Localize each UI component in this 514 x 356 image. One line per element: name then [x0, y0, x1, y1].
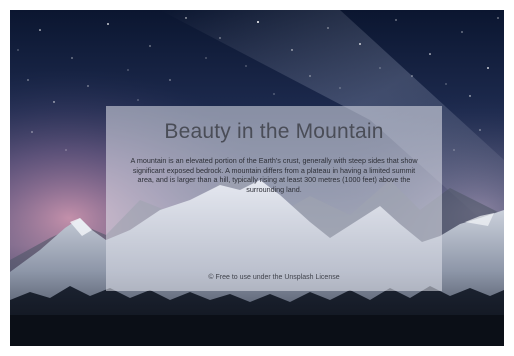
description-text: A mountain is an elevated portion of the…: [130, 156, 418, 194]
license-credit: © Free to use under the Unsplash License: [208, 274, 340, 281]
page-title: Beauty in the Mountain: [164, 120, 384, 143]
hero-background-image: Beauty in the Mountain A mountain is an …: [10, 10, 504, 346]
page: Beauty in the Mountain A mountain is an …: [0, 0, 514, 356]
info-card: Beauty in the Mountain A mountain is an …: [106, 106, 442, 291]
